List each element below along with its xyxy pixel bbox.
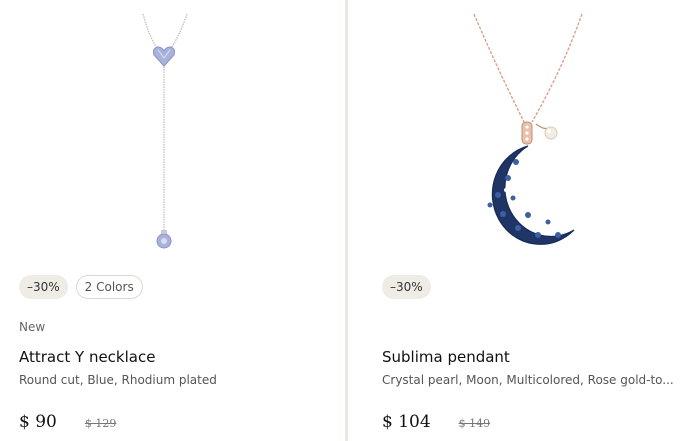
discount-badge: –30%	[19, 275, 68, 299]
product-name[interactable]: Sublima pendant	[382, 348, 510, 366]
y-necklace-image	[142, 13, 188, 249]
product-card-attract-y-necklace[interactable]: –30% 2 Colors New Attract Y necklace Rou…	[0, 0, 345, 441]
product-description: Crystal pearl, Moon, Multicolored, Rose …	[382, 373, 674, 387]
original-price: $ 129	[84, 417, 117, 430]
moon-pendant-image	[473, 13, 583, 245]
new-tag: New	[19, 320, 46, 334]
discount-badge: –30%	[382, 275, 431, 299]
colors-badge[interactable]: 2 Colors	[75, 275, 143, 299]
price-row: $ 104 $ 149	[382, 412, 490, 432]
product-name[interactable]: Attract Y necklace	[19, 348, 155, 366]
price-row: $ 90 $ 129	[19, 412, 116, 432]
current-price: $ 104	[382, 412, 431, 432]
product-card-sublima-pendant[interactable]: –30% Sublima pendant Crystal pearl, Moon…	[348, 0, 695, 441]
original-price: $ 149	[458, 417, 491, 430]
product-description: Round cut, Blue, Rhodium plated	[19, 373, 217, 387]
product-image[interactable]	[0, 0, 345, 262]
current-price: $ 90	[19, 412, 57, 432]
product-image[interactable]	[348, 0, 695, 262]
